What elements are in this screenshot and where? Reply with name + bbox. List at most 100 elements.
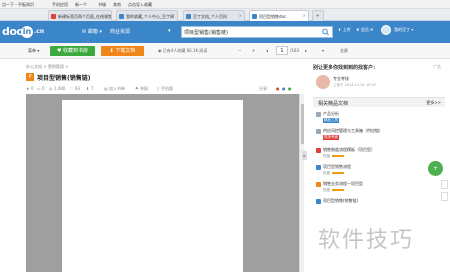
collapse-sidebar-icon[interactable]: ▸ — [302, 151, 307, 160]
browser-tab-active[interactable]: 项目型销售doc × — [249, 10, 309, 21]
page-number-input[interactable]: 1 — [276, 46, 288, 55]
related-doc-item[interactable]: 项目型销售(销售链) — [313, 198, 445, 214]
meta-value: 0 — [31, 86, 34, 91]
download-count-icon: ⬇ — [86, 86, 90, 91]
ppt-file-icon — [316, 182, 321, 187]
message-icon[interactable]: ✉ — [370, 27, 373, 32]
related-doc-title[interactable]: 产品分析 — [323, 111, 339, 117]
nav-business[interactable]: 商业资源 — [110, 28, 130, 35]
more-icon[interactable]: ▾ — [322, 48, 324, 53]
collect-button[interactable]: ♥ 收藏到书房 — [50, 46, 95, 56]
breadcrumb[interactable]: 办公文档 > 营销管理 > — [26, 64, 69, 70]
zoom-out-button[interactable]: − — [238, 48, 241, 53]
search-input[interactable] — [184, 28, 319, 37]
sidebar-heading: 别让更多你找到到的找客户： — [313, 65, 379, 71]
close-icon[interactable]: × — [106, 13, 109, 18]
related-docs-header: 相关精品文档 更多>> — [313, 97, 445, 107]
uploader-card[interactable]: 专业考核 上传于 2014-11-01 10:47 — [313, 73, 445, 95]
heat-rating — [332, 155, 344, 157]
user-menu[interactable]: 我的豆丁 ▾ — [394, 27, 413, 33]
document-meta: ★ 0 ▭ 0 ◎ 1,480 ♡ 93 ⬇ 7 ▤ 加入书单 ⚑ 举报 ▯ 手… — [26, 86, 302, 94]
mobile-link[interactable]: 手机版 — [161, 86, 173, 92]
bookmark-item[interactable]: 点一下 - 平板知识 — [2, 2, 34, 8]
document-title: 项目型销售(销售链) — [37, 75, 91, 82]
search-box — [181, 26, 333, 38]
doc-file-icon — [316, 112, 321, 117]
eye-icon: ◎ — [49, 86, 53, 91]
tab-label: 我的收藏_个人中心_豆丁网 — [126, 14, 174, 19]
add-booklist-link[interactable]: 加入书单 — [109, 86, 125, 92]
bookmark-item[interactable]: 点击导入收藏 — [128, 2, 152, 8]
site-header: doc in .cn ✉ 邮箱 ▾ 商业资源 ▾ ⬆ 上传 ♛ 会员 ✉ 我的豆… — [0, 21, 450, 43]
info-icon: ◉ — [158, 48, 162, 53]
related-doc-title[interactable]: 供应风控管理与工具箱（供应链） — [323, 128, 383, 134]
related-doc-item[interactable]: 项目型销售流程 热度 — [313, 164, 445, 180]
favicon-icon — [186, 14, 191, 19]
meta-value: 0 — [42, 86, 45, 91]
related-doc-item[interactable]: 销售制度流程模板（项目型） 热度 — [313, 147, 445, 163]
bookmark-item[interactable]: 书城 — [98, 2, 106, 8]
feedback-icon[interactable] — [441, 180, 448, 189]
bookmark-item[interactable]: 新一个 — [75, 2, 87, 8]
logo-text: doc — [2, 25, 23, 38]
related-doc-title[interactable]: 销售制度流程模板（项目型） — [323, 147, 375, 153]
zoom-in-button[interactable]: + — [252, 48, 255, 53]
wechat-icon[interactable]: ● — [288, 86, 292, 91]
ppt-file-icon: P — [26, 73, 34, 81]
uploader-name[interactable]: 专业考核 — [333, 76, 349, 82]
qzone-icon[interactable]: ● — [282, 86, 286, 91]
related-doc-item[interactable]: 供应风控管理与工具箱（供应链） 现场专家 — [313, 128, 445, 144]
doc-tag: 现场专家 — [323, 135, 339, 140]
related-doc-title[interactable]: 项目型销售(销售链) — [323, 198, 358, 204]
nav-mail[interactable]: ✉ 邮箱 ▾ — [82, 28, 102, 35]
favicon-icon — [119, 14, 124, 19]
tab-label: 项目型销售doc — [259, 14, 287, 19]
document-viewer[interactable] — [26, 94, 303, 272]
report-link[interactable]: 举报 — [140, 86, 148, 92]
more-link[interactable]: 更多>> — [426, 100, 441, 106]
close-icon[interactable]: × — [172, 13, 175, 18]
scrollbar-thumb[interactable] — [301, 104, 304, 144]
favicon-icon — [51, 14, 56, 19]
new-tab-button[interactable]: + — [312, 10, 324, 21]
related-doc-title[interactable]: 项目型销售流程 — [323, 164, 351, 170]
nav-library-icon[interactable]: ▾ — [168, 28, 171, 34]
browser-tab-strip: 新建标签页两个页面_在线课堂 × 我的收藏_个人中心_豆丁网 × 豆丁文档_个人… — [0, 9, 450, 21]
back-to-top-icon[interactable] — [441, 192, 448, 201]
related-doc-title[interactable]: 销售业务流程—项目型 — [323, 181, 363, 187]
favicon-icon — [252, 14, 257, 19]
menu-button[interactable]: 菜单 ▾ — [28, 48, 39, 54]
floating-add-button[interactable]: + — [428, 161, 443, 176]
related-doc-item[interactable]: 销售业务流程—项目型 热度 — [313, 181, 445, 197]
doc-heat-label: 热度 — [323, 154, 330, 158]
collect-stats: ◉ 已有4人收藏 66.1K 阅读 — [158, 48, 207, 54]
uploader-avatar[interactable] — [316, 75, 330, 89]
ad-label: 广告 — [433, 64, 441, 69]
document-toolbar: 菜单 ▾ ♥ 收藏到书房 ⬇ 下载文档 ◉ 已有4人收藏 66.1K 阅读 − … — [0, 43, 450, 59]
weibo-icon[interactable]: ● — [276, 86, 280, 91]
related-doc-item[interactable]: 产品分析 精品工具 — [313, 111, 445, 127]
browser-tab[interactable]: 豆丁文档_个人百科 × — [183, 10, 245, 21]
mail-icon: ✉ — [82, 29, 87, 35]
browser-tab[interactable]: 新建标签页两个页面_在线课堂 × — [48, 10, 112, 21]
download-button[interactable]: ⬇ 下载文档 — [101, 46, 144, 56]
next-page-button[interactable]: ▸ — [305, 48, 307, 53]
vip-button[interactable]: ♛ 会员 — [356, 27, 369, 33]
pdf-file-icon — [316, 148, 321, 153]
close-icon[interactable]: × — [303, 13, 306, 18]
browser-tab[interactable]: 我的收藏_个人中心_豆丁网 × — [116, 10, 178, 21]
fullscreen-button[interactable]: 全屏 — [340, 48, 348, 54]
bookmark-item[interactable]: 其他 — [113, 2, 121, 8]
word-file-icon — [316, 199, 321, 204]
prev-page-button[interactable]: ◂ — [266, 48, 268, 53]
docin-logo[interactable]: doc in .cn — [2, 25, 44, 39]
upload-button[interactable]: ⬆ 上传 — [338, 27, 351, 33]
heart-icon: ♥ — [56, 48, 62, 54]
search-icon[interactable] — [321, 28, 331, 36]
doc-heat-label: 热度 — [323, 171, 330, 175]
avatar[interactable] — [381, 25, 391, 35]
viewer-scrollbar[interactable] — [299, 94, 304, 272]
close-icon[interactable]: × — [239, 13, 242, 18]
bookmark-item[interactable]: 手机应用 — [52, 2, 68, 8]
upload-label: 上传 — [342, 27, 351, 32]
